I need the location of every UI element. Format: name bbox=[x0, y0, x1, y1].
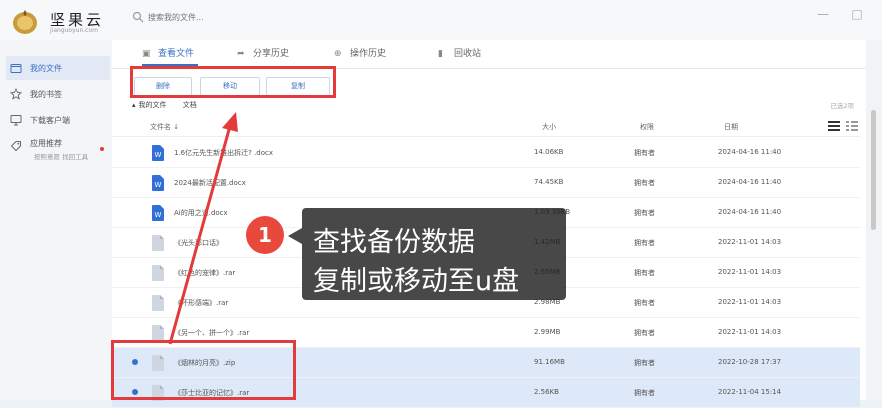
annotation-arrow bbox=[168, 112, 238, 345]
callout-text-line2: 复制或移动至u盘 bbox=[313, 266, 520, 297]
callout-text-line1: 查找备份数据 bbox=[313, 227, 475, 258]
callout-pointer bbox=[288, 228, 302, 244]
callout-number-badge: 1 bbox=[246, 216, 284, 254]
